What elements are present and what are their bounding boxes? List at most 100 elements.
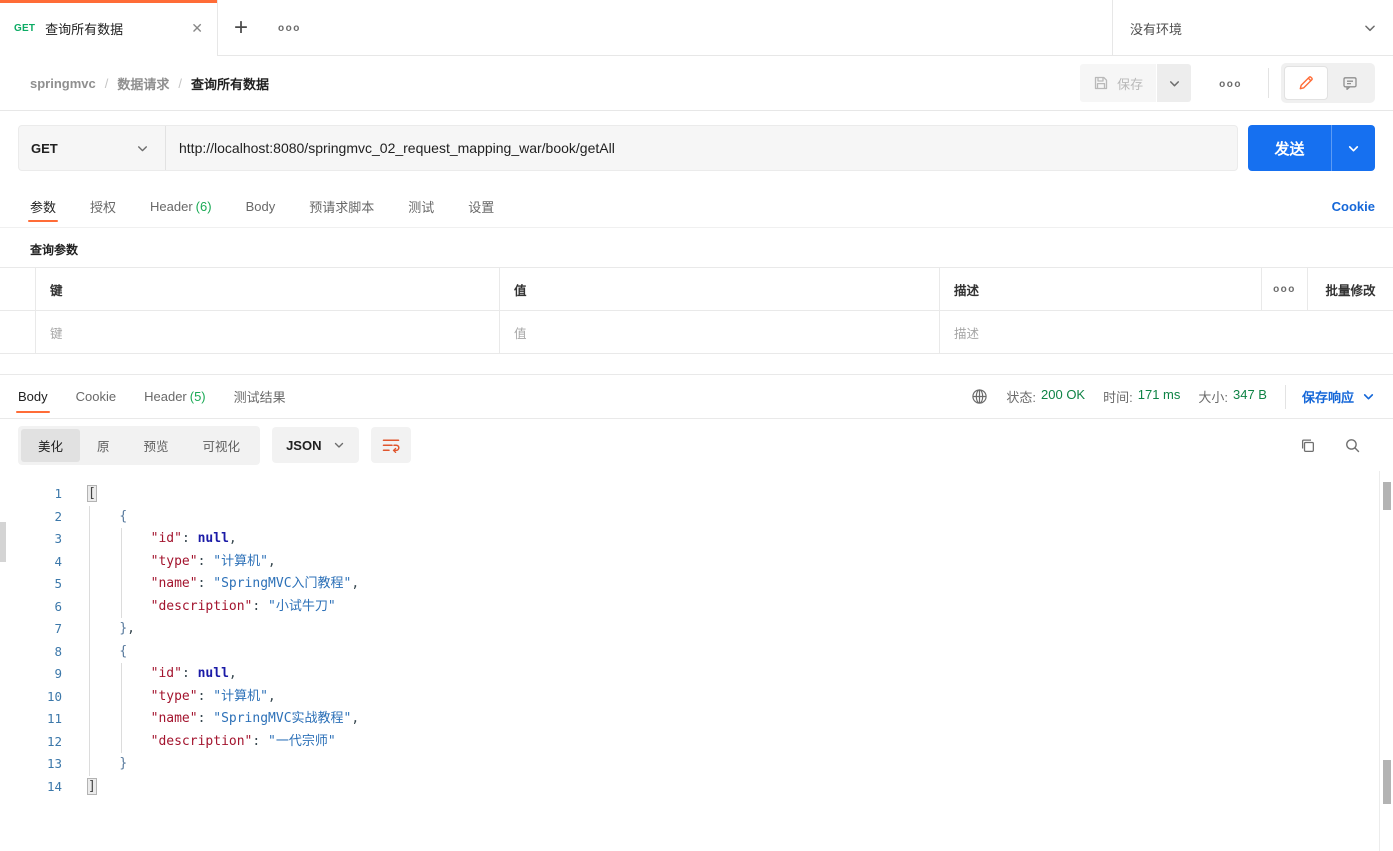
wrap-text-button[interactable]	[371, 427, 412, 463]
code-line: {	[119, 508, 128, 524]
breadcrumb-folder[interactable]: 数据请求	[117, 74, 169, 93]
line-number: 7	[54, 621, 62, 636]
params-header-row: 键 值 描述 ooo 批量修改	[0, 268, 1393, 311]
cookie-link[interactable]: Cookie	[1332, 199, 1375, 214]
open-request-tab[interactable]: GET 查询所有数据 ✕	[0, 0, 218, 56]
edit-mode-button[interactable]	[1284, 66, 1328, 100]
line-number: 1	[54, 486, 62, 501]
copy-button[interactable]	[1299, 437, 1316, 454]
save-button-label: 保存	[1117, 76, 1144, 92]
tab-method-badge: GET	[14, 22, 36, 34]
bulk-edit-button[interactable]: 批量修改	[1307, 268, 1393, 310]
view-pretty[interactable]: 美化	[21, 428, 81, 462]
request-more-button[interactable]: ooo	[1211, 68, 1250, 98]
save-button[interactable]: 保存	[1080, 64, 1157, 102]
query-params-title: 查询参数	[30, 243, 79, 257]
tab-label: 设置	[468, 199, 495, 215]
response-tab-cookie[interactable]: Cookie	[76, 375, 116, 418]
format-selector[interactable]: JSON	[272, 427, 360, 463]
view-preview[interactable]: 预览	[127, 429, 186, 462]
floppy-disk-icon	[1093, 75, 1109, 91]
request-tab-tests[interactable]: 测试	[408, 185, 434, 227]
response-tab-test-results[interactable]: 测试结果	[234, 375, 286, 418]
row-checkbox-cell[interactable]	[0, 311, 36, 353]
indent-guide	[121, 663, 122, 753]
line-number: 6	[54, 598, 62, 614]
environment-selector[interactable]: 没有环境	[1112, 0, 1393, 56]
request-tabs: 参数 授权 Header (6) Body 预请求脚本 测试 设置	[27, 185, 494, 227]
send-button-group: 发送	[1248, 125, 1375, 171]
new-tab-button[interactable]: +	[218, 0, 264, 56]
close-tab-icon[interactable]: ✕	[191, 21, 203, 35]
response-tab-headers[interactable]: Header (5)	[144, 375, 206, 418]
params-options-button[interactable]: ooo	[1261, 268, 1307, 310]
request-tab-prerequest[interactable]: 预请求脚本	[309, 185, 374, 227]
more-options-icon: ooo	[278, 22, 301, 34]
url-input[interactable]: http://localhost:8080/springmvc_02_reque…	[166, 126, 1237, 170]
select-all-cell[interactable]	[0, 268, 36, 310]
request-tab-auth[interactable]: 授权	[90, 185, 116, 227]
code-line: [	[87, 485, 97, 502]
scrollbar-track[interactable]	[1379, 471, 1393, 851]
edit-comment-toggle	[1281, 63, 1375, 103]
globe-icon	[971, 388, 988, 405]
request-tab-headers[interactable]: Header (6)	[150, 185, 212, 227]
line-number: 4	[54, 553, 62, 569]
request-tab-settings[interactable]: 设置	[468, 185, 494, 227]
indent-guide	[121, 528, 122, 618]
tab-bar: GET 查询所有数据 ✕ + ooo 没有环境	[0, 0, 1393, 56]
description-input[interactable]: 描述	[940, 311, 1393, 353]
indent-guide	[89, 505, 90, 776]
response-toolbar-right	[1299, 437, 1375, 454]
key-input[interactable]: 键	[36, 311, 500, 353]
code-line: },	[119, 621, 135, 636]
method-selector[interactable]: GET	[19, 126, 166, 170]
line-number: 3	[54, 531, 62, 546]
breadcrumb-row: springmvc / 数据请求 / 查询所有数据 保存 ooo	[0, 56, 1393, 111]
save-response-label: 保存响应	[1301, 390, 1354, 405]
response-tabs: Body Cookie Header (5) 测试结果	[16, 375, 286, 418]
divider	[1268, 68, 1269, 98]
line-number: 12	[46, 733, 62, 749]
params-table: 键 值 描述 ooo 批量修改 键 值 描述	[0, 267, 1393, 354]
request-tab-body[interactable]: Body	[246, 185, 276, 227]
value-column-header: 值	[500, 268, 940, 310]
comments-button[interactable]	[1328, 66, 1372, 100]
format-label: JSON	[286, 437, 322, 453]
save-options-button[interactable]	[1157, 64, 1192, 102]
chevron-down-icon	[1168, 77, 1181, 90]
tab-label: 授权	[90, 199, 117, 215]
scrollbar-thumb[interactable]	[1383, 482, 1391, 510]
params-entry-row: 键 值 描述	[0, 311, 1393, 353]
scrollbar-thumb[interactable]	[1383, 760, 1391, 804]
status-label: 状态:	[1006, 390, 1037, 405]
send-options-button[interactable]	[1331, 125, 1375, 171]
sidebar-drag-handle[interactable]	[0, 522, 6, 562]
request-tab-params[interactable]: 参数	[27, 185, 59, 227]
tab-label: 测试	[408, 199, 435, 215]
breadcrumb-separator: /	[104, 75, 109, 91]
request-actions: 保存 ooo	[1080, 63, 1375, 103]
view-raw[interactable]: 原	[80, 429, 127, 462]
line-number: 8	[54, 643, 62, 659]
more-options-icon: ooo	[1273, 283, 1296, 295]
method-label: GET	[31, 140, 58, 156]
divider	[1284, 384, 1286, 409]
json-code[interactable]: [ { "id": null, "type": "计算机", "name": "…	[64, 471, 1393, 851]
search-button[interactable]	[1344, 437, 1361, 454]
tab-options-button[interactable]: ooo	[264, 0, 315, 56]
response-tab-body[interactable]: Body	[16, 375, 50, 418]
pencil-icon	[1298, 75, 1314, 91]
save-button-group: 保存	[1080, 64, 1192, 102]
value-input[interactable]: 值	[500, 311, 940, 353]
save-response-button[interactable]: 保存响应	[1302, 387, 1375, 406]
time-value: 171 ms	[1137, 387, 1181, 402]
code-line: "type": "计算机",	[150, 688, 276, 704]
send-button[interactable]: 发送	[1248, 125, 1331, 171]
response-body-viewer: 1 2 3 4 5 6 7 8 9 10 11 12 13 14 [ { "id": null, "typ…	[0, 471, 1393, 851]
breadcrumb-collection[interactable]: springmvc	[30, 76, 96, 91]
url-group: GET http://localhost:8080/springmvc_02_r…	[18, 125, 1238, 171]
view-visualize[interactable]: 可视化	[186, 429, 258, 462]
line-number: 14	[46, 778, 62, 794]
line-number: 10	[46, 688, 62, 704]
